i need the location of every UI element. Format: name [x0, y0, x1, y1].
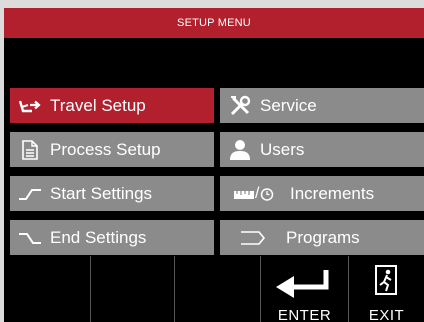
enter-key[interactable]: ENTER	[261, 256, 349, 322]
users-button[interactable]: Users	[220, 132, 424, 167]
exit-key[interactable]: EXIT	[349, 256, 424, 322]
softkey-bar: ENTER EXIT	[4, 256, 424, 322]
exit-label: EXIT	[368, 307, 405, 322]
process-setup-label: Process Setup	[50, 139, 161, 159]
hmi-screen: SETUP MENU Travel Setup Process Setup St…	[4, 8, 424, 322]
increments-label: Increments	[290, 183, 375, 203]
ruler-timer-icon: /	[220, 176, 290, 211]
end-settings-button[interactable]: End Settings	[10, 220, 214, 255]
softkey-empty-1[interactable]	[4, 256, 91, 322]
programs-button[interactable]: Programs	[220, 220, 424, 255]
process-setup-button[interactable]: Process Setup	[10, 132, 214, 167]
user-icon	[220, 132, 260, 167]
document-icon	[10, 132, 50, 167]
enter-label: ENTER	[277, 307, 332, 322]
travel-setup-icon	[10, 88, 50, 123]
increments-button[interactable]: / Increments	[220, 176, 424, 211]
softkey-empty-2[interactable]	[91, 256, 175, 322]
exit-door-icon	[375, 265, 397, 295]
programs-label: Programs	[286, 227, 360, 247]
increments-separator: /	[255, 184, 260, 202]
enter-arrow-icon	[276, 270, 329, 298]
start-settings-button[interactable]: Start Settings	[10, 176, 214, 211]
end-ramp-icon	[10, 220, 50, 255]
start-ramp-icon	[10, 176, 50, 211]
travel-setup-button[interactable]: Travel Setup	[10, 88, 214, 123]
page-title: SETUP MENU	[177, 17, 251, 29]
tools-icon	[220, 88, 260, 123]
start-settings-label: Start Settings	[50, 183, 153, 203]
softkey-empty-3[interactable]	[175, 256, 261, 322]
programs-icon	[220, 220, 286, 255]
device-frame: SETUP MENU Travel Setup Process Setup St…	[0, 0, 424, 322]
end-settings-label: End Settings	[50, 227, 147, 247]
service-button[interactable]: Service	[220, 88, 424, 123]
title-bar: SETUP MENU	[4, 8, 424, 38]
travel-setup-label: Travel Setup	[50, 95, 146, 115]
users-label: Users	[260, 139, 305, 159]
service-label: Service	[260, 95, 317, 115]
